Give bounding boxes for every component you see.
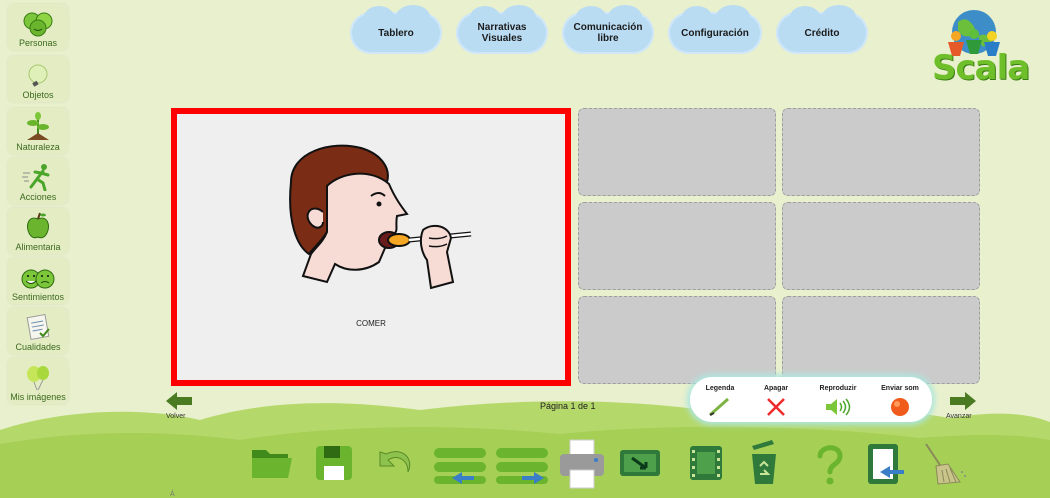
sidebar-item-label: Sentimientos [11, 292, 65, 302]
sidebar-item-label: Personas [18, 38, 58, 48]
save-button[interactable] [314, 442, 358, 488]
reproduzir-button[interactable]: Reproduzir [808, 377, 868, 422]
print-icon [560, 439, 604, 489]
tab-tablero[interactable]: Tablero [350, 5, 442, 54]
move-left-icon [434, 448, 486, 484]
sidebar-item-acciones[interactable]: Acciones [8, 158, 68, 204]
tab-credito[interactable]: Crédito [776, 5, 868, 54]
board-cell-empty[interactable] [782, 296, 980, 384]
red-x-icon [767, 398, 785, 416]
exit-icon [868, 444, 904, 484]
speaker-icon [826, 398, 851, 416]
legend-button[interactable]: Legenda [690, 377, 750, 422]
back-button[interactable]: Volver [164, 390, 204, 420]
pencil-icon [709, 397, 729, 417]
trash-icon [752, 440, 776, 484]
faces-icon [23, 12, 53, 37]
board-cell-empty[interactable] [578, 296, 776, 384]
left-arrow-icon [166, 392, 192, 410]
help-icon [817, 445, 843, 485]
tab-narrativas-visuales[interactable]: Narrativas Visuales [456, 5, 548, 54]
tab-comunicacion-libre[interactable]: Comunicación libre [562, 5, 654, 54]
tab-configuracion[interactable]: Configuración [668, 5, 762, 54]
board-cell-empty[interactable] [782, 202, 980, 290]
board-cell-selected[interactable]: COMER [171, 108, 571, 386]
page-indicator: Página 1 de 1 [540, 401, 596, 411]
help-button[interactable] [812, 442, 856, 488]
apagar-button[interactable]: Apagar [746, 377, 806, 422]
sidebar-item-sentimientos[interactable]: Sentimientos [8, 258, 68, 304]
screen-capture-icon [620, 450, 660, 476]
print-button[interactable] [556, 438, 608, 489]
logo-text: Scala [932, 48, 1030, 88]
sprout-icon [27, 112, 49, 140]
film-icon [690, 446, 722, 480]
person-eating-icon [289, 144, 472, 290]
sidebar-item-label: Objetos [22, 90, 54, 100]
screen-capture-button[interactable] [618, 442, 662, 488]
move-right-button[interactable] [494, 442, 552, 488]
save-disk-icon [316, 446, 352, 480]
undo-button[interactable] [374, 442, 418, 488]
enviar-som-button[interactable]: Enviar som [870, 377, 930, 422]
forward-button[interactable]: Avanzar [946, 390, 986, 420]
sidebar-item-mis-imagenes[interactable]: Mis imágenes [8, 358, 68, 404]
balloons-icon [27, 366, 49, 391]
running-person-icon [22, 164, 50, 191]
sidebar-item-label: Acciones [19, 192, 57, 202]
bottom-fragment: Á [170, 491, 175, 498]
trash-button[interactable] [746, 440, 790, 486]
broom-icon [925, 443, 966, 485]
cell-options-panel: Legenda Apagar Reproduzir Enviar som [690, 377, 932, 422]
sidebar-item-label: Naturaleza [16, 142, 60, 152]
board-cell-empty[interactable] [782, 108, 980, 196]
board-cell-empty[interactable] [578, 108, 776, 196]
move-left-button[interactable] [432, 442, 490, 488]
lightbulb-icon [28, 64, 48, 87]
forward-label: Avanzar [946, 413, 972, 420]
record-dot-icon [891, 398, 909, 416]
board-cell-empty[interactable] [578, 202, 776, 290]
move-right-icon [496, 448, 548, 484]
film-button[interactable] [686, 442, 730, 488]
open-folder-icon [252, 450, 292, 478]
sidebar-item-personas[interactable]: Personas [8, 4, 68, 50]
sidebar-item-label: Alimentaria [15, 242, 61, 252]
clear-button[interactable] [920, 442, 966, 488]
sidebar-item-objetos[interactable]: Objetos [8, 56, 68, 102]
back-label: Volver [166, 413, 186, 420]
right-arrow-icon [950, 392, 976, 410]
sidebar-item-naturaleza[interactable]: Naturaleza [8, 108, 68, 154]
cell-caption: COMER [356, 319, 386, 328]
emotion-faces-icon [21, 269, 55, 289]
sidebar-item-cualidades[interactable]: Cualidades [8, 308, 68, 354]
open-folder-button[interactable] [250, 442, 294, 488]
exit-button[interactable] [862, 442, 906, 488]
undo-icon [379, 451, 411, 473]
sidebar-item-alimentaria[interactable]: Alimentaria [8, 208, 68, 254]
sidebar-item-label: Cualidades [15, 342, 61, 352]
checklist-icon [26, 314, 50, 340]
apple-icon [26, 212, 50, 239]
